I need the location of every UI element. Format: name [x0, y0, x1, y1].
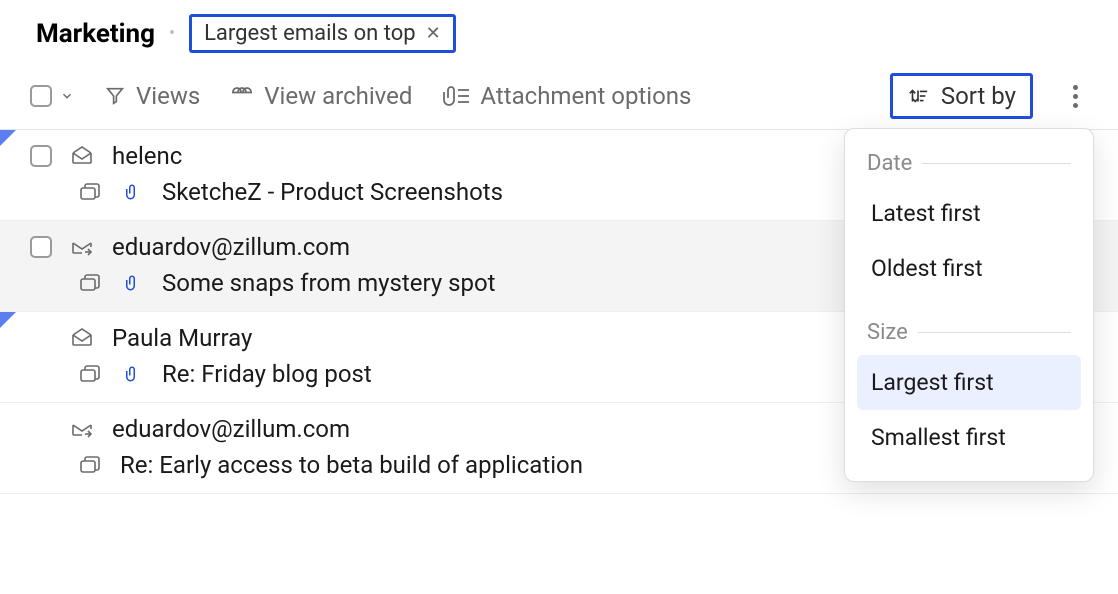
- envelope-icon: [70, 326, 94, 350]
- sort-option[interactable]: Smallest first: [857, 410, 1081, 465]
- subject: Some snaps from mystery spot: [162, 269, 496, 297]
- envelope-icon: [70, 417, 94, 441]
- attachment-icon: [120, 271, 144, 295]
- select-all-checkbox[interactable]: [30, 85, 52, 107]
- subject: Re: Friday blog post: [162, 360, 372, 388]
- conversation-icon: [78, 180, 102, 204]
- active-filter-chip[interactable]: Largest emails on top ✕: [189, 14, 456, 53]
- sort-section: DateLatest firstOldest first: [857, 145, 1081, 296]
- sort-by-label: Sort by: [941, 82, 1016, 110]
- sort-section-label: Date: [857, 145, 1081, 186]
- conversation-icon: [78, 362, 102, 386]
- attachment-options-icon: [442, 84, 470, 108]
- separator-dot: •: [169, 23, 175, 44]
- sort-option[interactable]: Latest first: [857, 186, 1081, 241]
- envelope-icon: [70, 144, 94, 168]
- attachment-icon: [120, 362, 144, 386]
- sort-dropdown: DateLatest firstOldest first SizeLargest …: [844, 128, 1094, 482]
- close-icon[interactable]: ✕: [426, 23, 441, 44]
- attachment-options-label: Attachment options: [480, 82, 691, 110]
- sender: helenc: [112, 142, 182, 170]
- attachment-icon: [120, 180, 144, 204]
- more-options-button[interactable]: [1063, 79, 1088, 114]
- views-label: Views: [136, 82, 200, 110]
- unread-indicator: [0, 130, 16, 146]
- page-title: Marketing: [36, 19, 155, 49]
- sort-option[interactable]: Oldest first: [857, 241, 1081, 296]
- view-archived-button[interactable]: View archived: [230, 82, 412, 110]
- sender: Paula Murray: [112, 324, 252, 352]
- toolbar: Views View archived Attachment options S…: [0, 67, 1118, 130]
- sort-option[interactable]: Largest first: [857, 355, 1081, 410]
- envelope-icon: [70, 235, 94, 259]
- sort-section: SizeLargest firstSmallest first: [857, 314, 1081, 465]
- views-button[interactable]: Views: [104, 82, 200, 110]
- conversation-icon: [78, 453, 102, 477]
- view-archived-label: View archived: [264, 82, 412, 110]
- row-checkbox[interactable]: [30, 236, 52, 258]
- filter-chip-label: Largest emails on top: [204, 21, 416, 46]
- sender: eduardov@zillum.com: [112, 233, 350, 261]
- subject: SketcheZ - Product Screenshots: [162, 178, 503, 206]
- chevron-down-icon[interactable]: [60, 89, 74, 103]
- header: Marketing • Largest emails on top ✕: [0, 0, 1118, 67]
- conversation-icon: [78, 271, 102, 295]
- unread-indicator: [0, 312, 16, 328]
- sort-section-label: Size: [857, 314, 1081, 355]
- archive-icon: [230, 84, 254, 108]
- attachment-options-button[interactable]: Attachment options: [442, 82, 691, 110]
- sender: eduardov@zillum.com: [112, 415, 350, 443]
- sort-by-button[interactable]: Sort by: [890, 73, 1033, 119]
- filter-icon: [104, 85, 126, 107]
- select-all-control[interactable]: [30, 85, 74, 107]
- row-checkbox[interactable]: [30, 145, 52, 167]
- subject: Re: Early access to beta build of applic…: [120, 451, 583, 479]
- sort-icon: [907, 85, 929, 107]
